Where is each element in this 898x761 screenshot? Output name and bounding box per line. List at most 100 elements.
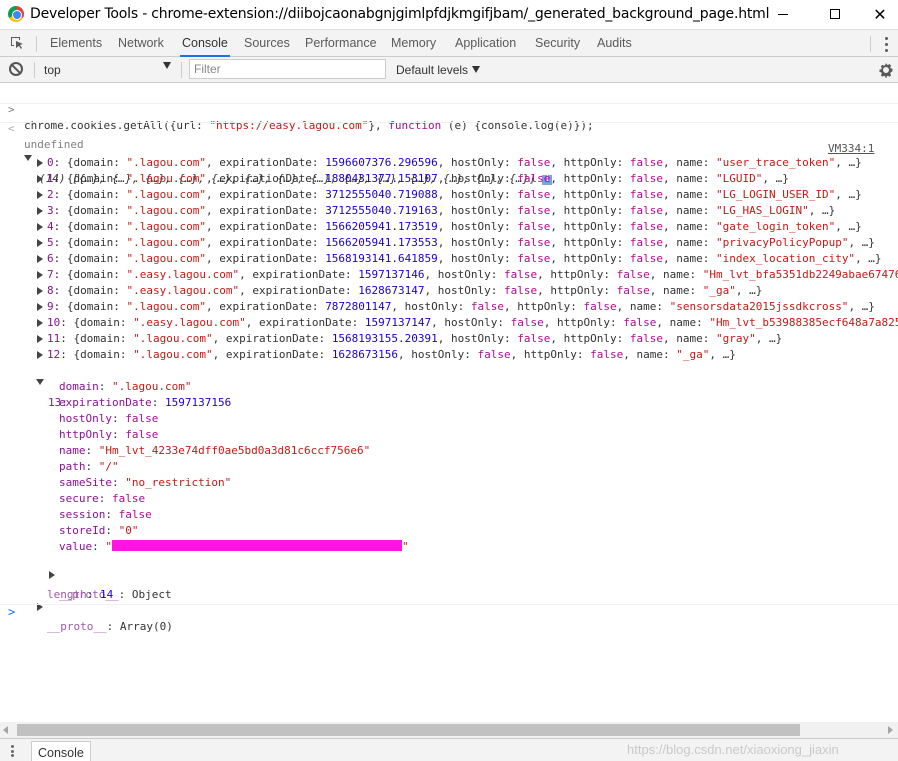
maximize-button[interactable] [812, 0, 858, 28]
expand-triangle-icon[interactable] [37, 287, 43, 295]
cookie-row[interactable]: 7: {domain: ".easy.lagou.com", expiratio… [0, 267, 898, 283]
row-name: "_ga" [676, 348, 710, 361]
tab-network[interactable]: Network [118, 30, 164, 57]
filter-input[interactable] [189, 59, 386, 79]
expand-triangle-icon[interactable] [37, 207, 43, 215]
entry-divider [0, 122, 898, 123]
redacted-value [112, 540, 402, 551]
row-domain: ".lagou.com" [126, 156, 206, 169]
tab-sources[interactable]: Sources [244, 30, 290, 57]
close-button[interactable]: ✕ [857, 0, 898, 28]
tab-separator [870, 36, 871, 52]
row-expiration: 1568193141.641859 [325, 252, 438, 265]
row-index: 7 [47, 268, 54, 281]
tab-audits[interactable]: Audits [597, 30, 632, 57]
context-select[interactable]: top [44, 61, 176, 79]
cookie-row[interactable]: 0: {domain: ".lagou.com", expirationDate… [0, 155, 898, 171]
log-levels-dropdown[interactable]: Default levels [396, 61, 481, 79]
scroll-left-icon[interactable] [3, 726, 8, 734]
expand-triangle-icon[interactable] [37, 239, 43, 247]
console-output[interactable]: > chrome.cookies.getAll({url: "https://e… [0, 84, 898, 722]
row-httponly: false [629, 188, 663, 201]
array-length: length: 14 [47, 588, 114, 601]
cookie-row[interactable]: 8: {domain: ".easy.lagou.com", expiratio… [0, 283, 898, 299]
cookie-row[interactable]: 11: {domain: ".lagou.com", expirationDat… [0, 331, 898, 347]
cookie-row-text: 2: {domain: ".lagou.com", expirationDate… [47, 188, 862, 201]
inspect-element-icon[interactable] [9, 35, 25, 51]
row-hostonly: false [470, 300, 505, 313]
row-hostonly: false [517, 332, 551, 345]
expand-triangle-icon[interactable] [37, 303, 43, 311]
row-name: "LG_LOGIN_USER_ID" [715, 188, 836, 201]
row-domain: ".lagou.com" [133, 348, 213, 361]
row-expiration: 3712555040.719163 [325, 204, 438, 217]
tab-elements[interactable]: Elements [50, 30, 102, 57]
chevron-down-icon[interactable] [163, 62, 171, 69]
tab-console[interactable]: Console [180, 30, 230, 57]
cookie-row[interactable]: 3: {domain: ".lagou.com", expirationDate… [0, 203, 898, 219]
cookie-row[interactable]: 5: {domain: ".lagou.com", expirationDate… [0, 235, 898, 251]
expand-triangle-icon[interactable] [37, 351, 43, 359]
array-summary-row[interactable]: (14) [{…}, {…}, {…}, {…}, {…}, {…}, {…},… [0, 139, 898, 185]
row-index: 5 [47, 236, 54, 249]
drawer-tab-console[interactable]: Console [31, 741, 91, 761]
expand-triangle-icon[interactable] [37, 175, 43, 183]
scroll-right-icon[interactable] [888, 726, 893, 734]
row-httponly: false [629, 332, 663, 345]
gear-icon[interactable] [878, 62, 894, 78]
entry-divider [0, 604, 898, 605]
hostonly-value: false [125, 412, 159, 425]
row-tail: , …} [835, 188, 862, 201]
expand-triangle-icon[interactable] [37, 335, 43, 343]
expand-triangle-icon[interactable] [37, 159, 43, 167]
cookie-row-text: 3: {domain: ".lagou.com", expirationDate… [47, 204, 836, 217]
clear-console-icon[interactable] [9, 62, 23, 76]
tab-separator [36, 36, 37, 52]
console-input-prompt[interactable]: > [8, 605, 15, 619]
row-name: "gray" [715, 332, 756, 345]
cookie-row[interactable]: 2: {domain: ".lagou.com", expirationDate… [0, 187, 898, 203]
row-hostonly: false [504, 268, 538, 281]
row-httponly: false [629, 220, 663, 233]
expiration-value: 1597137156 [164, 396, 232, 409]
tab-security[interactable]: Security [535, 30, 580, 57]
row-domain: ".easy.lagou.com" [126, 284, 240, 297]
drawer-bar: Console https://blog.csdn.net/xiaoxiong_… [0, 738, 898, 761]
tab-application[interactable]: Application [455, 30, 516, 57]
expand-triangle-icon[interactable] [37, 191, 43, 199]
expand-triangle-icon[interactable] [37, 255, 43, 263]
expand-triangle-icon[interactable] [37, 223, 43, 231]
cookie-row[interactable]: 1: {domain: ".lagou.com", expirationDate… [0, 171, 898, 187]
prop-hostonly: hostOnly: false [59, 412, 159, 425]
scrollbar-thumb[interactable] [17, 724, 800, 736]
cookie-row[interactable]: 12: {domain: ".lagou.com", expirationDat… [0, 347, 898, 363]
cookie-row[interactable]: 6: {domain: ".lagou.com", expirationDate… [0, 251, 898, 267]
tab-performance[interactable]: Performance [305, 30, 377, 57]
row-index: 0 [47, 156, 54, 169]
row-name: "Hm_lvt_b53988385ecf648a7a825 [709, 316, 898, 329]
row-index: 2 [47, 188, 54, 201]
row-httponly: false [616, 284, 650, 297]
cookie-row[interactable]: 4: {domain: ".lagou.com", expirationDate… [0, 219, 898, 235]
minimize-button[interactable] [760, 0, 806, 28]
expand-triangle-icon[interactable] [37, 271, 43, 279]
cookie-row[interactable]: 10: {domain: ".easy.lagou.com", expirati… [0, 315, 898, 331]
expand-triangle-icon[interactable] [37, 319, 43, 327]
row-name: "privacyPolicyPopup" [715, 236, 849, 249]
row-expiration: 1597137147 [364, 316, 432, 329]
row-name: "gate_login_token" [715, 220, 836, 233]
row-name: "_ga" [702, 284, 736, 297]
domain-value: ".lagou.com" [112, 380, 192, 393]
prop-samesite: sameSite: "no_restriction" [59, 476, 232, 489]
horizontal-scrollbar[interactable] [0, 722, 898, 738]
toolbar-separator [181, 62, 182, 78]
drawer-menu-icon[interactable] [11, 745, 15, 757]
cookie-row[interactable]: 9: {domain: ".lagou.com", expirationDate… [0, 299, 898, 315]
row-expiration: 1628673156 [331, 348, 399, 361]
row13-proto[interactable]: __proto__: Object [0, 555, 898, 601]
expanded-row-header[interactable]: 13: [0, 363, 898, 409]
tab-memory[interactable]: Memory [391, 30, 436, 57]
row-tail: , …} [808, 204, 836, 217]
more-options-icon[interactable] [882, 35, 890, 53]
array-proto[interactable]: __proto__: Array(0) [0, 587, 898, 633]
